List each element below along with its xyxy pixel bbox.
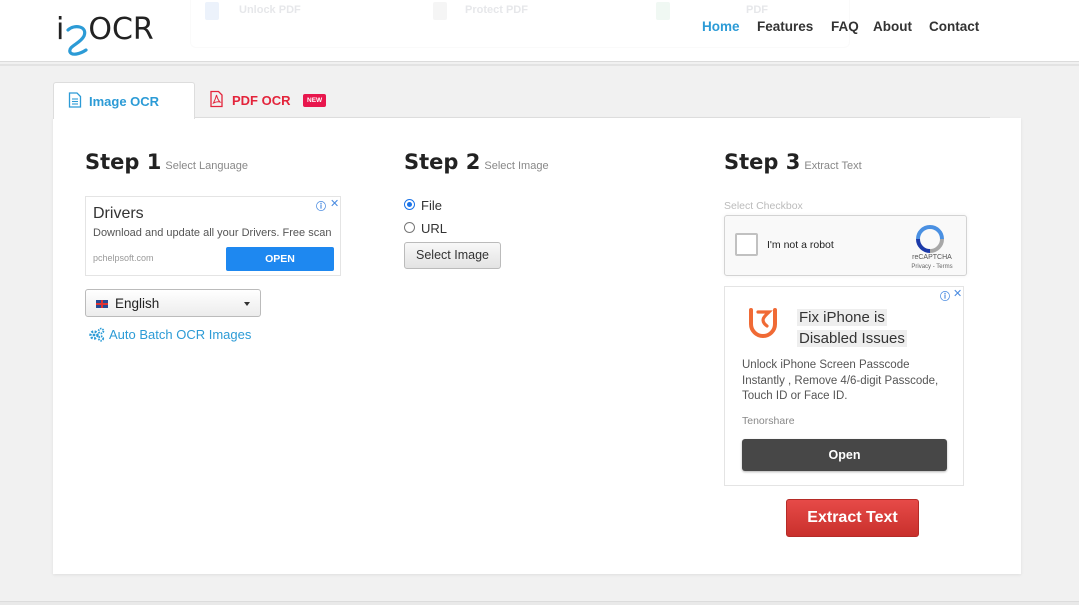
faded-tools-menu: Unlock PDF Protect PDF PDF (190, 0, 850, 48)
auto-batch-link[interactable]: Auto Batch OCR Images (88, 327, 251, 342)
uk-flag-icon (96, 300, 108, 308)
adchoices-icon-2[interactable]: ⓘ (940, 288, 950, 303)
nav-features[interactable]: Features (757, 19, 813, 34)
site-header: i OCR Unlock PDF Protect PDF PDF Home Fea… (0, 0, 1079, 62)
step1-heading: Step 1 Select Language (85, 150, 248, 174)
tenorshare-logo-icon (749, 308, 777, 338)
ad-headline: Fix iPhone is Disabled Issues (797, 307, 907, 349)
recaptcha-label: I'm not a robot (767, 239, 834, 251)
ad-sponsor: Tenorshare (742, 415, 795, 427)
tab-pdf-ocr-label: PDF OCR (232, 93, 291, 108)
chevron-down-icon (244, 302, 250, 306)
step1-title: Step 1 (85, 150, 162, 174)
ad-description: Download and update all your Drivers. Fr… (93, 227, 332, 239)
header-divider (0, 64, 1079, 66)
radio-url[interactable] (404, 222, 415, 233)
recaptcha-brand: reCAPTCHA (912, 254, 952, 261)
radio-url-label[interactable]: URL (421, 221, 447, 236)
ad-close-icon[interactable]: ✕ (330, 197, 339, 210)
radio-file[interactable] (404, 199, 415, 210)
ad-open-button-2[interactable]: Open (742, 439, 947, 471)
language-select[interactable]: English (85, 289, 261, 317)
extract-text-button[interactable]: Extract Text (786, 499, 919, 537)
ghost-menu-unlock: Unlock PDF (239, 4, 301, 16)
step1-subtitle: Select Language (165, 160, 248, 172)
image-document-icon (68, 92, 82, 108)
drivers-ad[interactable]: Drivers Download and update all your Dri… (85, 196, 341, 276)
step3-subtitle: Extract Text (804, 160, 862, 172)
ghost-menu-protect: Protect PDF (465, 4, 528, 16)
tabs-divider (194, 117, 990, 118)
protect-pdf-icon (433, 2, 447, 20)
tab-pdf-ocr[interactable]: PDF OCR NEW (209, 90, 339, 112)
tab-image-ocr[interactable]: Image OCR (53, 82, 195, 119)
unlock-pdf-icon (205, 2, 219, 20)
auto-batch-label: Auto Batch OCR Images (109, 327, 252, 342)
select-image-button[interactable]: Select Image (404, 242, 501, 269)
recaptcha-logo-icon (916, 225, 944, 253)
ad-url: pchelpsoft.com (93, 253, 154, 263)
ad-open-button[interactable]: OPEN (226, 247, 334, 271)
nav-about[interactable]: About (873, 19, 912, 34)
site-logo[interactable]: i OCR (56, 8, 166, 56)
recaptcha-terms[interactable]: Privacy - Terms (907, 264, 957, 270)
nav-faq[interactable]: FAQ (831, 19, 859, 34)
recaptcha-checkbox[interactable] (735, 233, 758, 256)
pdf-tool-icon (656, 2, 670, 20)
adchoices-icon[interactable]: ⓘ (316, 198, 326, 213)
checkbox-hint: Select Checkbox (724, 200, 803, 212)
new-badge: NEW (303, 94, 327, 107)
ad-headline-line1: Fix iPhone is (797, 309, 887, 326)
tenorshare-ad[interactable]: Fix iPhone is Disabled Issues Unlock iPh… (724, 286, 964, 486)
pdf-icon (210, 90, 223, 108)
logo-swirl-icon (66, 25, 88, 56)
step2-subtitle: Select Image (484, 160, 549, 172)
tab-image-ocr-label: Image OCR (89, 94, 160, 109)
nav-contact[interactable]: Contact (929, 19, 979, 34)
ad-close-icon-2[interactable]: ✕ (953, 287, 962, 300)
recaptcha-widget: I'm not a robot reCAPTCHA Privacy - Term… (724, 215, 967, 276)
step2-title: Step 2 (404, 150, 481, 174)
ghost-menu-pdf: PDF (746, 4, 768, 16)
gears-icon (89, 327, 105, 342)
language-selected: English (115, 296, 160, 311)
footer-divider (0, 601, 1079, 605)
nav-home[interactable]: Home (702, 19, 740, 34)
ad-title: Drivers (93, 205, 144, 222)
step2-heading: Step 2 Select Image (404, 150, 549, 174)
ad-body: Unlock iPhone Screen Passcode Instantly … (742, 359, 939, 402)
radio-file-label[interactable]: File (421, 198, 442, 213)
ad-headline-line2: Disabled Issues (797, 330, 907, 347)
step3-heading: Step 3 Extract Text (724, 150, 862, 174)
step3-title: Step 3 (724, 150, 801, 174)
